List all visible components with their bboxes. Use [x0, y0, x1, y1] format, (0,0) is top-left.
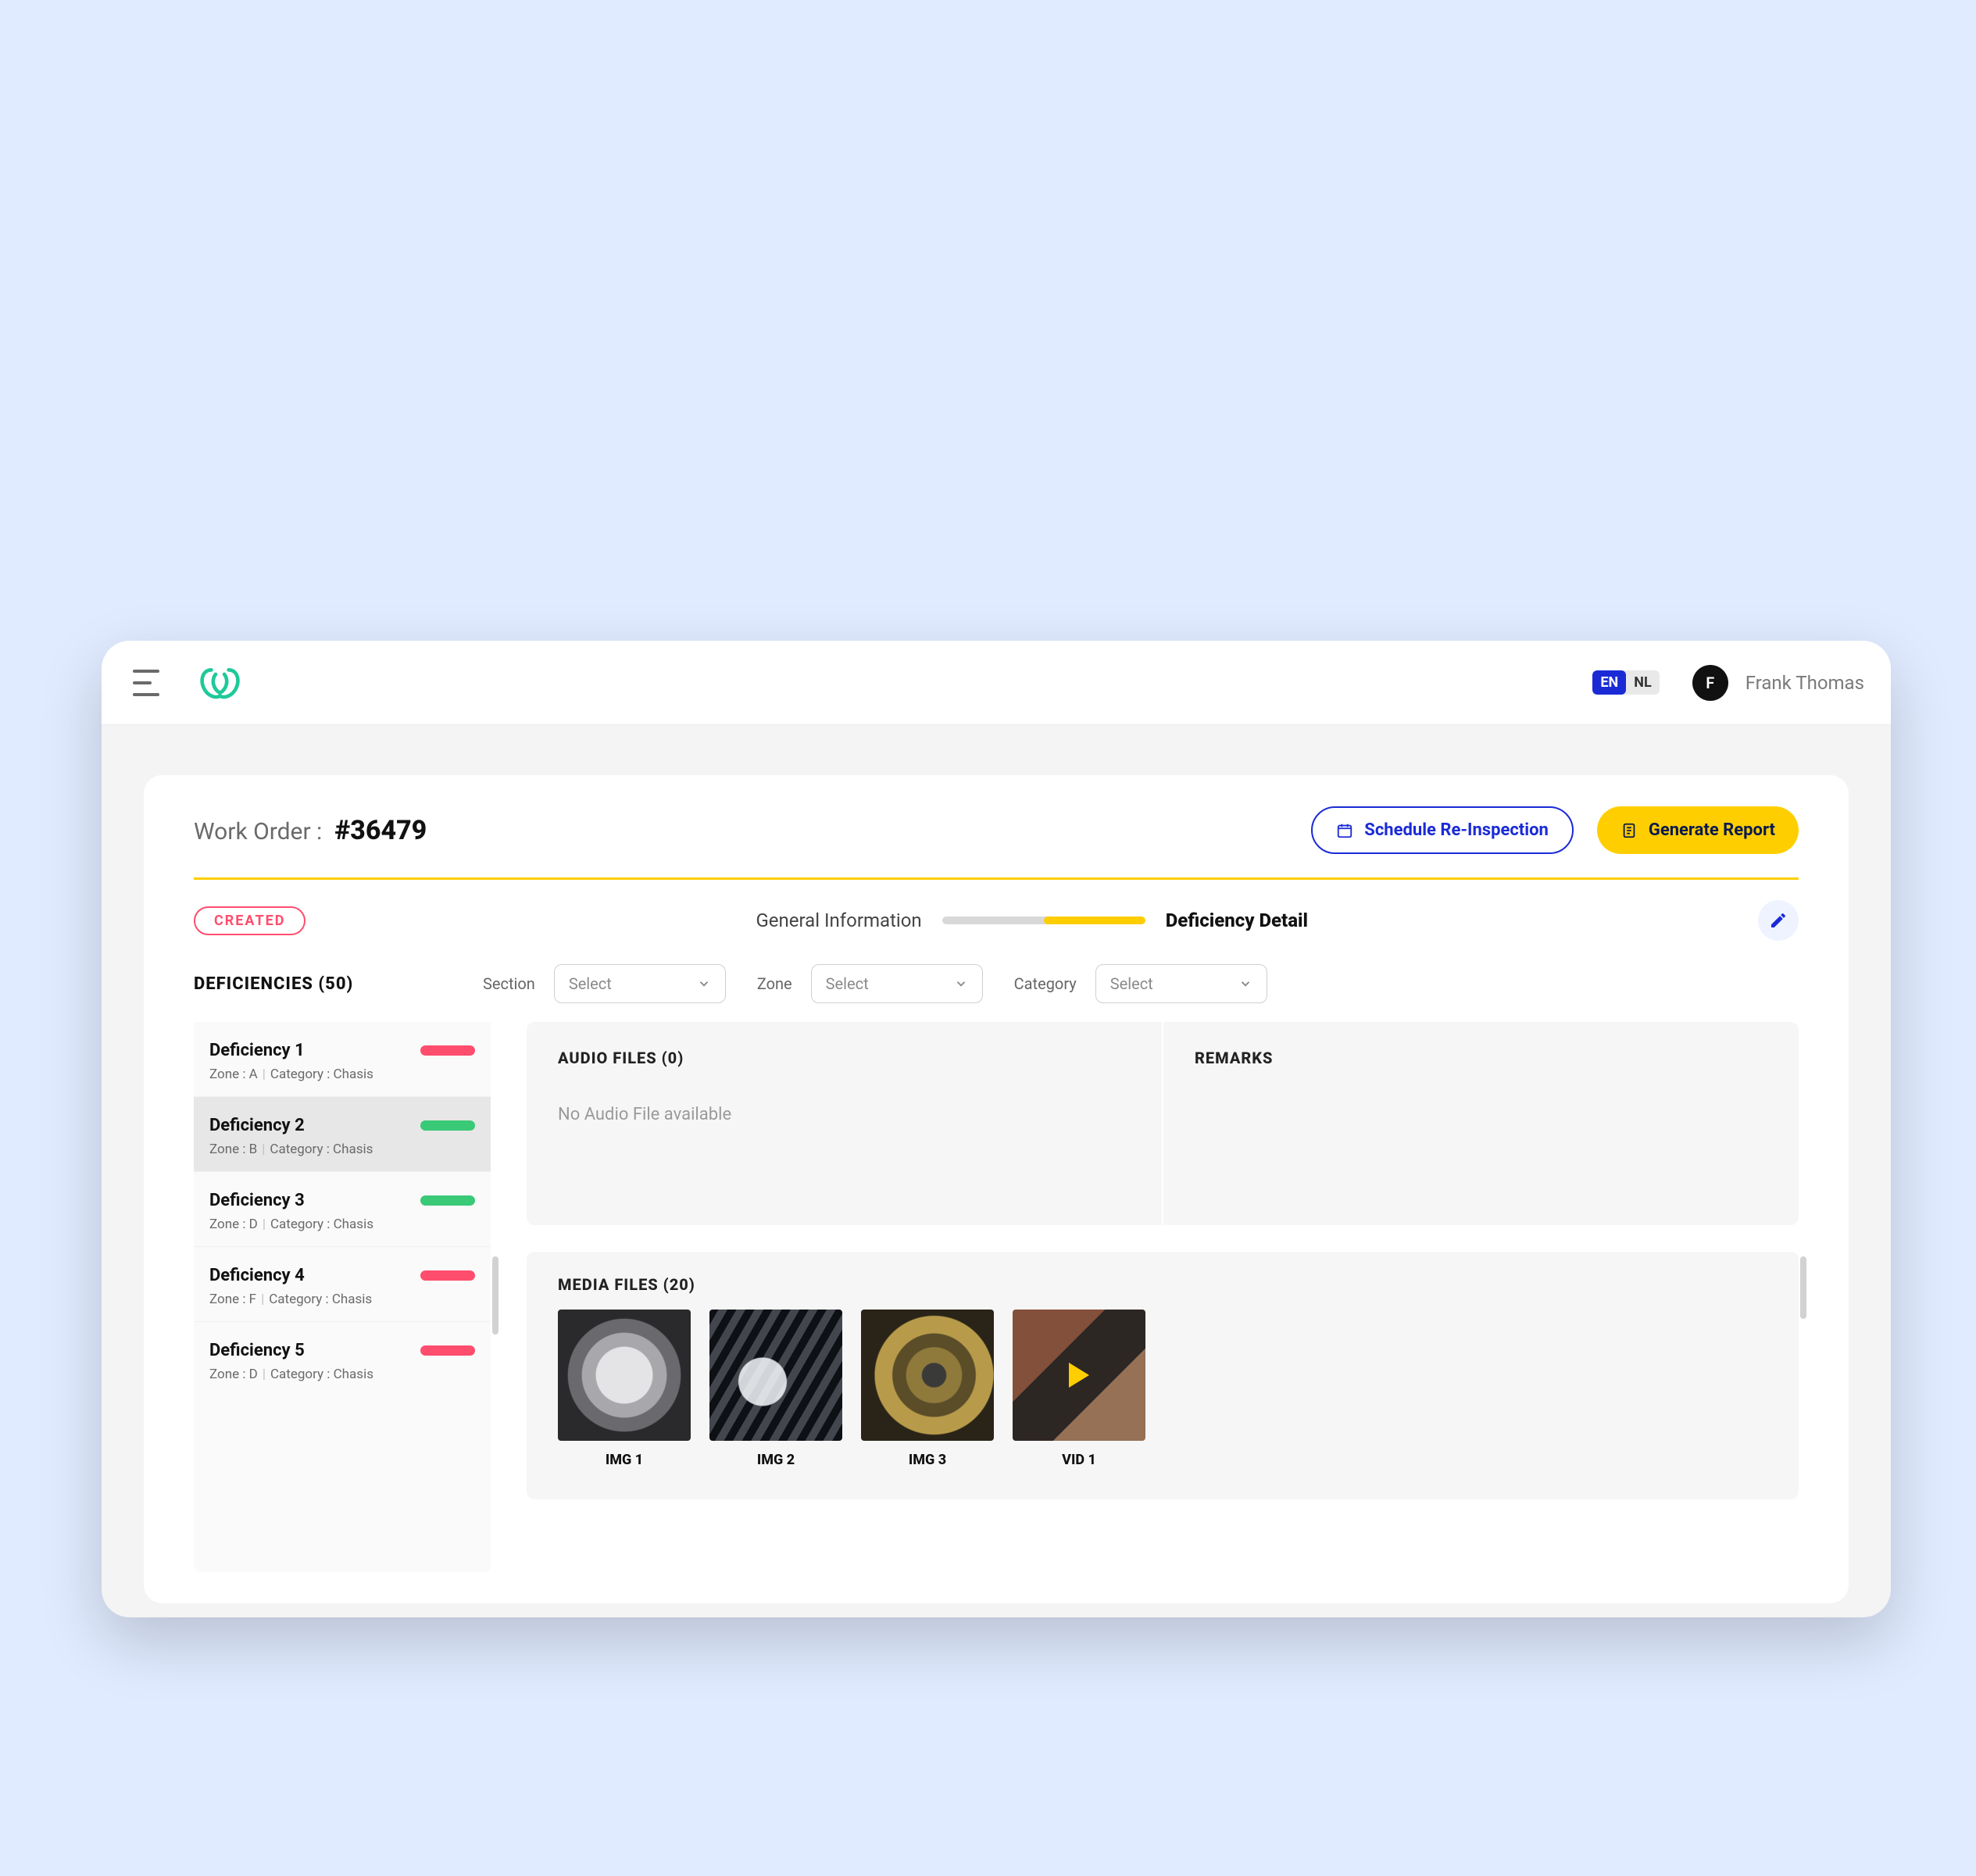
deficiency-title: Deficiency 5: [209, 1341, 305, 1360]
deficiency-subtitle: Zone : A|Category : Chasis: [209, 1067, 475, 1082]
deficiency-item[interactable]: Deficiency 1 Zone : A|Category : Chasis: [194, 1022, 491, 1097]
app-logo[interactable]: [197, 664, 243, 702]
deficiency-scrollbar[interactable]: [492, 1256, 498, 1335]
logo-icon: [197, 664, 243, 702]
content-card: Work Order : #36479 Schedule Re-Inspecti…: [144, 775, 1849, 1603]
remarks-panel: REMARKS: [1163, 1022, 1799, 1225]
app-window: EN NL F Frank Thomas Work Order : #36479…: [102, 641, 1891, 1617]
work-order-number: #36479: [334, 815, 427, 846]
body-row: Deficiency 1Zone : A|Category : ChasisDe…: [144, 1022, 1849, 1603]
zone-select-value: Select: [826, 974, 869, 993]
deficiency-subtitle: Zone : F|Category : Chasis: [209, 1292, 475, 1307]
media-title: MEDIA FILES (20): [558, 1275, 1767, 1294]
media-thumbnail[interactable]: [558, 1310, 691, 1441]
deficiency-status-pill: [420, 1195, 475, 1206]
edit-button[interactable]: [1758, 900, 1799, 941]
media-thumbnail[interactable]: [861, 1310, 994, 1441]
deficiency-subtitle: Zone : D|Category : Chasis: [209, 1367, 475, 1382]
detail-panels: AUDIO FILES (0) No Audio File available …: [527, 1022, 1799, 1572]
deficiency-title: Deficiency 4: [209, 1266, 305, 1285]
filters-row: DEFICIENCIES (50) Section Select Zone Se…: [144, 941, 1849, 1022]
category-select[interactable]: Select: [1095, 964, 1267, 1003]
chevron-down-icon: [697, 977, 711, 991]
schedule-reinspection-button[interactable]: Schedule Re-Inspection: [1311, 806, 1574, 854]
user-name: Frank Thomas: [1746, 672, 1864, 694]
deficiencies-heading: DEFICIENCIES (50): [194, 974, 452, 994]
deficiency-item[interactable]: Deficiency 3 Zone : D|Category : Chasis: [194, 1172, 491, 1247]
work-order-label: Work Order :: [194, 818, 322, 845]
chevron-down-icon: [1238, 977, 1252, 991]
deficiency-subtitle: Zone : D|Category : Chasis: [209, 1217, 475, 1232]
play-icon: [1013, 1310, 1145, 1441]
menu-icon[interactable]: [133, 670, 159, 696]
language-toggle[interactable]: EN NL: [1592, 670, 1659, 695]
deficiency-title: Deficiency 2: [209, 1116, 305, 1135]
deficiency-title: Deficiency 3: [209, 1191, 305, 1210]
zone-select[interactable]: Select: [811, 964, 983, 1003]
work-order-title: Work Order : #36479: [194, 815, 427, 846]
top-bar: EN NL F Frank Thomas: [102, 641, 1891, 725]
deficiency-status-pill: [420, 1270, 475, 1281]
deficiency-status-pill: [420, 1045, 475, 1056]
deficiency-item[interactable]: Deficiency 2 Zone : B|Category : Chasis: [194, 1097, 491, 1172]
deficiency-subtitle: Zone : B|Category : Chasis: [209, 1142, 475, 1157]
calendar-icon: [1336, 822, 1353, 839]
user-menu[interactable]: F Frank Thomas: [1692, 665, 1864, 701]
report-label: Generate Report: [1649, 820, 1775, 840]
tab-row: CREATED General Information Deficiency D…: [144, 880, 1849, 941]
detail-scrollbar[interactable]: [1800, 1256, 1806, 1319]
audio-title: AUDIO FILES (0): [558, 1049, 1131, 1067]
media-panel: MEDIA FILES (20) IMG 1 IMG 2 IMG 3 VID 1: [527, 1252, 1799, 1499]
category-filter-label: Category: [1014, 974, 1077, 993]
card-header: Work Order : #36479 Schedule Re-Inspecti…: [144, 775, 1849, 877]
audio-empty: No Audio File available: [558, 1105, 1131, 1124]
deficiency-title: Deficiency 1: [209, 1041, 305, 1060]
tab-progress: [942, 917, 1145, 924]
lang-nl[interactable]: NL: [1626, 670, 1659, 695]
tab-deficiency-detail[interactable]: Deficiency Detail: [1166, 909, 1308, 931]
deficiency-item[interactable]: Deficiency 4 Zone : F|Category : Chasis: [194, 1247, 491, 1322]
media-image-item[interactable]: IMG 3: [861, 1310, 994, 1468]
deficiency-list[interactable]: Deficiency 1Zone : A|Category : ChasisDe…: [194, 1022, 491, 1572]
media-caption: VID 1: [1062, 1452, 1096, 1468]
deficiency-status-pill: [420, 1120, 475, 1131]
pencil-icon: [1769, 911, 1788, 930]
deficiency-status-pill: [420, 1345, 475, 1356]
media-image-item[interactable]: IMG 1: [558, 1310, 691, 1468]
section-select[interactable]: Select: [554, 964, 726, 1003]
media-video-item[interactable]: VID 1: [1013, 1310, 1145, 1468]
category-select-value: Select: [1110, 974, 1153, 993]
media-grid: IMG 1 IMG 2 IMG 3 VID 1: [558, 1310, 1767, 1468]
media-image-item[interactable]: IMG 2: [709, 1310, 842, 1468]
lang-en[interactable]: EN: [1592, 670, 1626, 695]
deficiency-item[interactable]: Deficiency 5 Zone : D|Category : Chasis: [194, 1322, 491, 1396]
media-caption: IMG 1: [606, 1452, 643, 1468]
status-badge: CREATED: [194, 906, 306, 935]
media-caption: IMG 3: [909, 1452, 946, 1468]
media-thumbnail[interactable]: [709, 1310, 842, 1441]
schedule-label: Schedule Re-Inspection: [1364, 820, 1549, 840]
tab-general-info[interactable]: General Information: [756, 909, 921, 931]
chevron-down-icon: [954, 977, 968, 991]
zone-filter-label: Zone: [757, 974, 792, 993]
media-thumbnail[interactable]: [1013, 1310, 1145, 1441]
report-icon: [1620, 822, 1638, 839]
audio-remarks-panel: AUDIO FILES (0) No Audio File available …: [527, 1022, 1799, 1225]
avatar: F: [1692, 665, 1728, 701]
audio-panel: AUDIO FILES (0) No Audio File available: [527, 1022, 1163, 1225]
generate-report-button[interactable]: Generate Report: [1597, 806, 1799, 854]
media-caption: IMG 2: [757, 1452, 795, 1468]
section-select-value: Select: [569, 974, 612, 993]
section-filter-label: Section: [483, 974, 535, 993]
remarks-title: REMARKS: [1195, 1049, 1767, 1067]
